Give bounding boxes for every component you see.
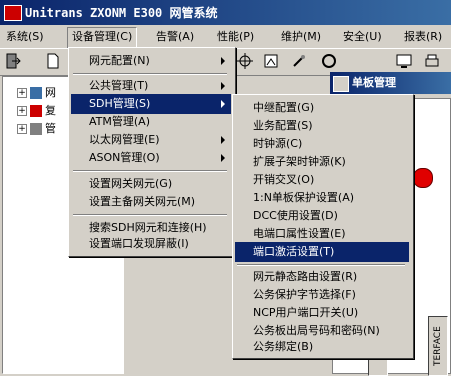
menu-item-set-master-gateway[interactable]: 设置主备网关网元(M) [71,192,231,212]
menu-item-ethernet-management[interactable]: 以太网管理(E) [71,130,231,150]
menu-item-orderwire-byte[interactable]: 公务保护字节选择(F) [235,285,409,305]
menu-item-overhead-cross[interactable]: 开销交叉(O) [235,170,409,190]
menu-item-service-config[interactable]: 业务配置(S) [235,116,409,136]
menu-separator [237,264,405,266]
menu-report[interactable]: 报表(R) [400,27,446,47]
menu-bar: 系统(S) 设备管理(C) 告警(A) 性能(P) 维护(M) 安全(U) 报表… [0,27,451,49]
menu-item-ncp-user-port[interactable]: NCP用户端口开关(U) [235,303,409,323]
network-icon [30,87,42,99]
menu-alarm[interactable]: 告警(A) [152,27,198,47]
menu-item-electrical-port[interactable]: 电端口属性设置(E) [235,224,409,244]
tree-item[interactable]: + 复 [17,102,56,120]
tree-item[interactable]: + 管 [17,120,56,138]
node-icon [30,105,42,117]
expand-icon[interactable]: + [17,88,27,98]
window-icon [333,76,349,92]
child-title: 单板管理 [352,76,396,89]
menu-security[interactable]: 安全(U) [339,27,386,47]
menu-separator [73,214,227,216]
menu-item-orderwire-number[interactable]: 公务板出局号码和密码(N) [235,321,409,341]
submenu-arrow-icon [221,57,225,65]
window-title: Unitrans ZXONM E300 网管系统 [25,6,218,20]
expand-icon[interactable]: + [17,124,27,134]
menu-item-common-management[interactable]: 公共管理(T) [71,76,231,96]
expand-icon[interactable]: + [17,106,27,116]
menu-item-port-activation[interactable]: 端口激活设置(T) [235,242,409,262]
tree-item[interactable]: + 网 [17,84,56,102]
menu-item-set-gateway[interactable]: 设置网关网元(G) [71,174,231,194]
manager-icon [30,123,42,135]
menu-item-ason-management[interactable]: ASON管理(O) [71,148,231,168]
menu-item-atm-management[interactable]: ATM管理(A) [71,112,231,132]
menu-maintenance[interactable]: 维护(M) [277,27,325,47]
menu-item-clock-source[interactable]: 时钟源(C) [235,134,409,154]
menu-item-static-route[interactable]: 网元静态路由设置(R) [235,267,409,287]
menu-system[interactable]: 系统(S) [2,27,48,47]
sdh-management-submenu: 中继配置(G) 业务配置(S) 时钟源(C) 扩展子架时钟源(K) 开销交叉(O… [232,94,414,359]
menu-item-sdh-management[interactable]: SDH管理(S) [71,94,231,114]
report-icon[interactable] [262,52,282,72]
app-icon [4,5,22,21]
menu-separator [73,73,227,75]
device-management-menu: 网元配置(N) 公共管理(T) SDH管理(S) ATM管理(A) 以太网管理(… [68,47,236,257]
submenu-arrow-icon [221,154,225,162]
status-indicator[interactable] [413,168,433,188]
new-icon[interactable] [44,52,64,72]
title-bar: Unitrans ZXONM E300 网管系统 [0,0,451,25]
menu-device-management[interactable]: 设备管理(C) [67,27,138,49]
menu-performance[interactable]: 性能(P) [213,27,258,47]
tab-interface[interactable]: TERFACE [428,316,448,376]
menu-item-trunk-config[interactable]: 中继配置(G) [235,98,409,118]
tool-icon[interactable] [290,52,310,72]
topology-icon[interactable] [236,52,256,72]
menu-item-port-discovery-mask[interactable]: 设置端口发现屏蔽(I) [71,234,231,254]
child-title-bar: 单板管理 [330,72,451,94]
submenu-arrow-icon [221,136,225,144]
menu-item-dcc-usage[interactable]: DCC使用设置(D) [235,206,409,226]
menu-item-orderwire-binding[interactable]: 公务绑定(B) [235,339,409,355]
menu-item-ext-shelf-clock[interactable]: 扩展子架时钟源(K) [235,152,409,172]
exit-icon[interactable] [4,52,24,72]
submenu-arrow-icon [221,100,225,108]
menu-separator [73,170,227,172]
menu-item-ne-config[interactable]: 网元配置(N) [71,51,231,71]
menu-item-1n-protection[interactable]: 1:N单板保护设置(A) [235,188,409,208]
submenu-arrow-icon [221,82,225,90]
